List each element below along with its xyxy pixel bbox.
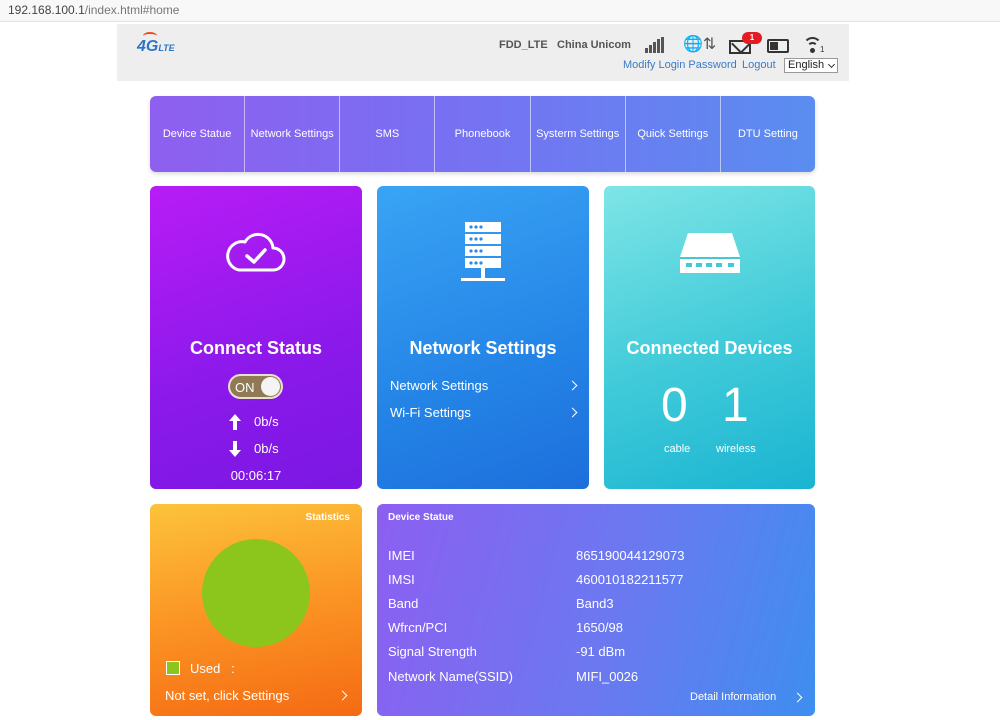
wireless-count: 1 — [722, 379, 749, 432]
chevron-right-icon — [567, 407, 578, 418]
detail-information-link[interactable]: Detail Information — [690, 691, 805, 703]
connect-status-title: Connect Status — [189, 338, 322, 358]
info-value: 1650/98 — [576, 620, 623, 635]
network-settings-link[interactable]: Network Settings — [390, 378, 580, 398]
server-icon — [461, 222, 505, 281]
toggle-knob — [261, 377, 280, 396]
network-settings-link-label: Network Settings — [390, 378, 489, 393]
network-settings-card: Network Settings Network Settings Wi-Fi … — [377, 186, 589, 489]
logout-link[interactable]: Logout — [742, 59, 776, 71]
nav-dtu-setting[interactable]: DTU Setting — [721, 96, 815, 172]
info-value: MIFI_0026 — [576, 669, 639, 684]
device-status-title: Device Statue — [388, 512, 454, 523]
statistics-settings-label: Not set, click Settings — [165, 688, 290, 703]
modify-password-link[interactable]: Modify Login Password — [623, 59, 737, 71]
address-bar[interactable]: 192.168.100.1/index.html#home — [0, 0, 1000, 22]
chevron-down-icon — [827, 60, 836, 69]
info-value: -91 dBm — [576, 644, 626, 659]
logo-signal-arc — [143, 32, 157, 40]
info-key: Network Name(SSID) — [388, 669, 513, 684]
network-type: FDD_LTE — [499, 39, 548, 51]
logo-sub: LTE — [158, 43, 175, 53]
info-key: IMEI — [388, 548, 415, 563]
statistics-title: Statistics — [305, 512, 350, 523]
url-host: 192.168.100.1 — [8, 3, 85, 17]
chevron-right-icon — [337, 690, 348, 701]
download-value: 0b/s — [254, 441, 279, 456]
router-icon — [680, 233, 740, 273]
connected-devices-title: Connected Devices — [626, 338, 793, 358]
network-settings-title: Network Settings — [409, 338, 557, 358]
info-value: 460010182211577 — [576, 572, 684, 587]
logo-text: 4G — [137, 38, 159, 55]
chevron-right-icon — [567, 380, 578, 391]
info-key: Wfrcn/PCI — [388, 620, 448, 635]
globe-transfer-icon: 🌐⇅ — [683, 36, 717, 53]
upload-value: 0b/s — [254, 414, 279, 429]
wireless-label: wireless — [716, 443, 756, 455]
brand-logo: 4GLTE — [137, 32, 175, 56]
device-status-card: Device Statue IMEI 865190044129073 IMSI … — [377, 504, 815, 716]
wifi-client-count: 1 — [820, 45, 825, 54]
detail-information-label: Detail Information — [690, 691, 777, 703]
statistics-settings-link[interactable]: Not set, click Settings — [165, 688, 350, 703]
connect-status-card: Connect Status ON 0b/s 0b/s 00:06:17 — [150, 186, 362, 489]
wifi-settings-link[interactable]: Wi-Fi Settings — [390, 405, 580, 425]
chevron-right-icon — [792, 692, 803, 703]
toggle-label: ON — [235, 380, 255, 395]
url-path: /index.html#home — [84, 3, 180, 17]
info-value: Band3 — [576, 596, 614, 611]
url-text: 192.168.100.1/index.html#home — [8, 3, 179, 17]
used-legend-label: Used : — [190, 661, 235, 676]
operator-name: China Unicom — [557, 39, 631, 51]
nav-network-settings[interactable]: Network Settings — [245, 96, 341, 172]
nav-quick-settings[interactable]: Quick Settings — [626, 96, 721, 172]
used-legend-swatch — [166, 661, 180, 675]
cloud-check-icon — [226, 232, 286, 272]
info-value: 865190044129073 — [576, 548, 685, 563]
connected-devices-card: Connected Devices 0 1 cable wireless — [604, 186, 815, 489]
sms-count-badge: 1 — [742, 32, 762, 44]
wifi-settings-link-label: Wi-Fi Settings — [390, 405, 471, 420]
language-select[interactable]: English — [784, 58, 838, 73]
statistics-card: Statistics Used : Not set, click Setting… — [150, 504, 362, 716]
info-key: Signal Strength — [388, 644, 477, 659]
arrow-down-icon — [229, 441, 241, 457]
cable-label: cable — [664, 443, 691, 455]
usage-pie-chart — [202, 539, 310, 647]
arrow-up-icon — [229, 414, 241, 430]
nav-device-statue[interactable]: Device Statue — [150, 96, 246, 172]
nav-system-settings[interactable]: Systerm Settings — [531, 96, 626, 172]
nav-sms[interactable]: SMS — [340, 96, 436, 172]
cable-count: 0 — [661, 379, 688, 432]
nav-phonebook[interactable]: Phonebook — [435, 96, 531, 172]
sim-icon — [767, 39, 789, 53]
mail-icon[interactable]: 1 — [729, 32, 762, 54]
info-key: IMSI — [388, 572, 415, 587]
language-value: English — [788, 59, 825, 71]
connection-duration: 00:06:17 — [230, 468, 282, 483]
wifi-icon: 1 — [803, 37, 825, 54]
connection-toggle[interactable]: ON — [228, 374, 283, 399]
main-nav: Device Statue Network Settings SMS Phone… — [150, 96, 815, 172]
signal-bars-icon — [645, 37, 665, 53]
top-header: 4GLTE FDD_LTE China Unicom 🌐⇅ 1 1 Modify… — [117, 24, 849, 81]
info-key: Band — [388, 596, 419, 611]
